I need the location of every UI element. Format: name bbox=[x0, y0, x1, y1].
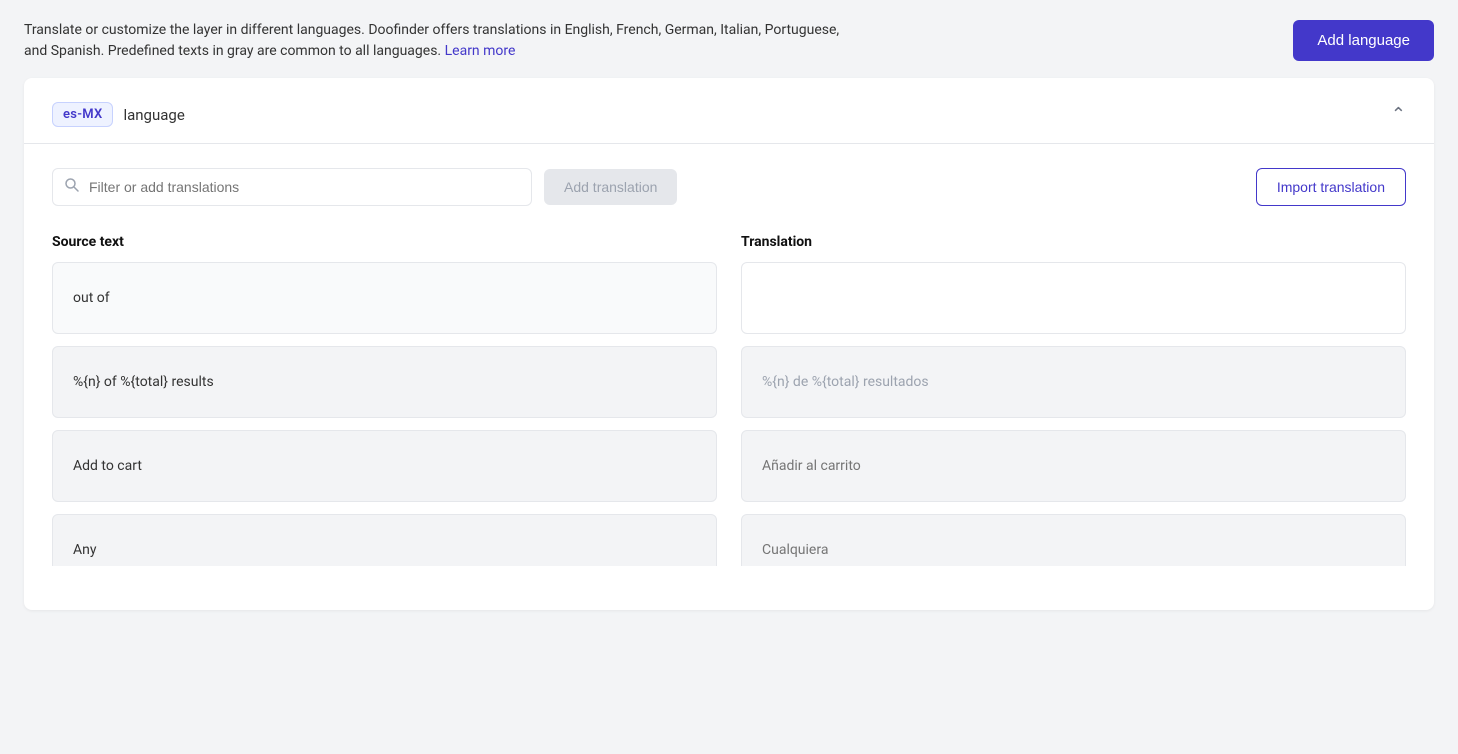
translation-input-add-to-cart[interactable] bbox=[762, 458, 1385, 474]
translation-cell-any[interactable] bbox=[741, 514, 1406, 566]
filter-row: Add translation Import translation bbox=[52, 168, 1406, 206]
columns-header: Source text Translation bbox=[52, 234, 1406, 250]
chevron-up-icon[interactable]: ⌃ bbox=[1391, 104, 1406, 125]
translation-cell-add-to-cart[interactable] bbox=[741, 430, 1406, 502]
language-card: es-MX language ⌃ Add translation Import … bbox=[24, 78, 1434, 610]
language-badge: es-MX bbox=[52, 102, 113, 127]
filter-input-wrapper bbox=[52, 168, 532, 206]
table-row: out of bbox=[52, 262, 1406, 334]
source-cell-add-to-cart: Add to cart bbox=[52, 430, 717, 502]
filter-input[interactable] bbox=[52, 168, 532, 206]
table-row: Add to cart bbox=[52, 430, 1406, 502]
language-badge-row: es-MX language bbox=[52, 102, 185, 127]
translation-cell-n-results[interactable] bbox=[741, 346, 1406, 418]
translation-input-out-of[interactable] bbox=[762, 290, 1385, 306]
translation-cell-out-of[interactable] bbox=[741, 262, 1406, 334]
table-row: %{n} of %{total} results bbox=[52, 346, 1406, 418]
import-translation-button[interactable]: Import translation bbox=[1256, 168, 1406, 206]
learn-more-link[interactable]: Learn more bbox=[445, 43, 516, 59]
source-cell-out-of: out of bbox=[52, 262, 717, 334]
top-bar-description: Translate or customize the layer in diff… bbox=[24, 20, 844, 62]
divider bbox=[24, 143, 1434, 144]
language-label: language bbox=[123, 106, 184, 124]
translation-rows: out of %{n} of %{total} results Add to c… bbox=[52, 262, 1406, 578]
source-text-header: Source text bbox=[52, 234, 717, 250]
source-cell-any: Any bbox=[52, 514, 717, 566]
translation-header: Translation bbox=[741, 234, 1406, 250]
language-header: es-MX language ⌃ bbox=[52, 102, 1406, 127]
table-row: Any bbox=[52, 514, 1406, 566]
translation-input-any[interactable] bbox=[762, 542, 1385, 558]
add-language-button[interactable]: Add language bbox=[1293, 20, 1434, 61]
source-cell-n-results: %{n} of %{total} results bbox=[52, 346, 717, 418]
top-bar: Translate or customize the layer in diff… bbox=[0, 0, 1458, 78]
add-translation-button: Add translation bbox=[544, 169, 677, 205]
translation-input-n-results[interactable] bbox=[762, 374, 1385, 390]
search-icon bbox=[64, 177, 80, 197]
